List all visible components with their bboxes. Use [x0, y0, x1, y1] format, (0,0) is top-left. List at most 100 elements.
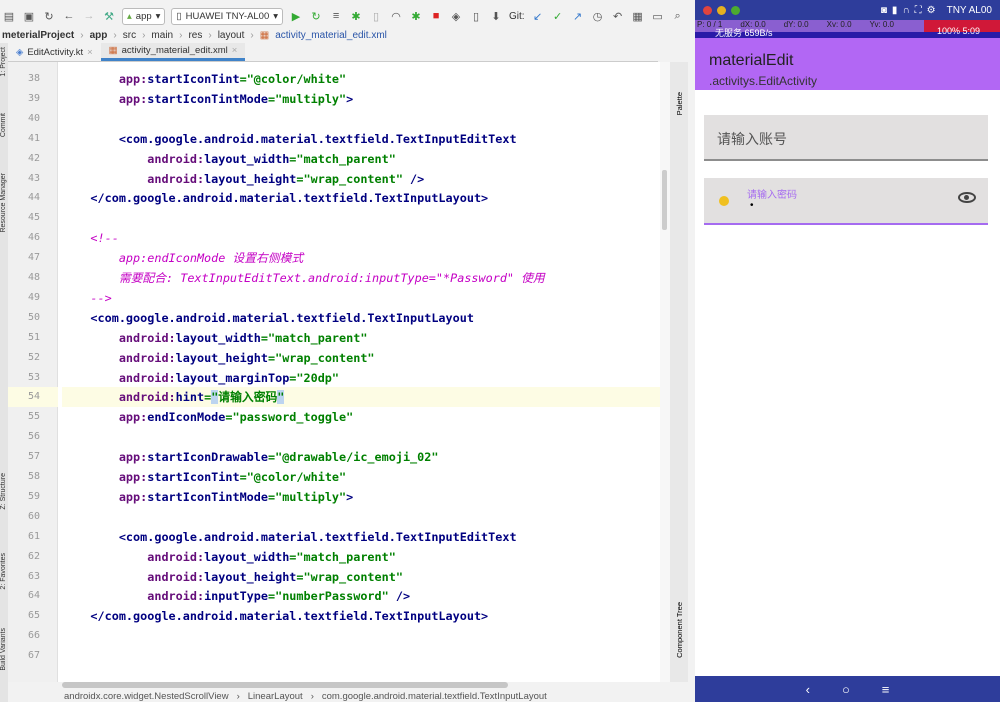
line-number: 43: [16, 173, 40, 184]
editor-vscrollbar[interactable]: [662, 170, 667, 230]
stop-icon[interactable]: ■: [429, 9, 443, 23]
account-input[interactable]: 请输入账号: [704, 115, 988, 161]
line-number: 53: [16, 372, 40, 383]
code-token: app:: [119, 490, 147, 504]
crumb-layout[interactable]: layout: [218, 30, 245, 41]
code-line: app:endIconMode 设置右侧模式: [62, 248, 660, 268]
crumb-app[interactable]: app: [90, 30, 108, 41]
gear-icon[interactable]: ⚙: [927, 5, 936, 16]
android-studio: ▤ ▣ ↻ ← → ⚒ ▴app▾ ▯HUAWEI TNY-AL00▾ ▶ ↻ …: [0, 0, 695, 702]
crumb-res[interactable]: res: [188, 30, 202, 41]
git-push-icon[interactable]: ↗: [571, 9, 585, 23]
line-number: 38: [16, 73, 40, 84]
headphone-icon[interactable]: ∩: [902, 5, 909, 16]
tool-component-tree[interactable]: Component Tree: [675, 602, 683, 658]
code-token: [62, 291, 90, 305]
sdk-manager-icon[interactable]: ⬇: [489, 9, 503, 23]
close-icon[interactable]: ×: [87, 47, 93, 58]
profile-icon[interactable]: ◠: [389, 9, 403, 23]
path-item[interactable]: com.google.android.material.textfield.Te…: [322, 691, 547, 702]
run-icon[interactable]: ▶: [289, 9, 303, 23]
android-nav-bar: ‹ ○ ≡: [695, 676, 1000, 702]
fullscreen-icon[interactable]: ⛶: [915, 5, 922, 16]
tool-favorites[interactable]: 2: Favorites: [0, 553, 8, 590]
close-button[interactable]: [703, 6, 712, 15]
line-number: 55: [16, 411, 40, 422]
tool-project[interactable]: 1: Project: [0, 47, 8, 77]
project-structure-icon[interactable]: ▦: [631, 9, 645, 23]
code-token: [62, 132, 119, 146]
close-icon[interactable]: ×: [232, 45, 238, 56]
code-token: 需要配合: TextInputEditText.android:inputTyp…: [119, 271, 545, 285]
code-token: [62, 589, 147, 603]
avd-manager-icon[interactable]: ▯: [469, 9, 483, 23]
eye-icon[interactable]: [958, 192, 976, 203]
line-number: 47: [16, 252, 40, 263]
back-icon[interactable]: ←: [62, 9, 76, 23]
debug-icon[interactable]: ✱: [349, 9, 363, 23]
code-token: startIconTint: [147, 470, 239, 484]
code-line: <com.google.android.material.textfield.T…: [62, 527, 660, 547]
code-token: [62, 371, 119, 385]
device-select[interactable]: ▯HUAWEI TNY-AL00▾: [171, 8, 283, 25]
save-icon[interactable]: ▣: [22, 9, 36, 23]
apply-code-icon[interactable]: ≡: [329, 9, 343, 23]
path-item[interactable]: androidx.core.widget.NestedScrollView: [64, 691, 229, 702]
tool-structure[interactable]: Z: Structure: [0, 473, 8, 510]
code-line: android:layout_width="match_parent": [62, 149, 660, 169]
code-editor[interactable]: app:startIconTint="@color/white" app:sta…: [58, 62, 660, 682]
search-icon[interactable]: ⌕: [671, 9, 685, 23]
code-line: 需要配合: TextInputEditText.android:inputTyp…: [62, 268, 660, 288]
line-number: 65: [16, 610, 40, 621]
back-icon[interactable]: ‹: [806, 682, 810, 697]
path-item[interactable]: LinearLayout: [248, 691, 303, 702]
password-input[interactable]: 请输入密码 •: [704, 178, 988, 225]
terminal-icon[interactable]: ▭: [651, 9, 665, 23]
code-token: endIconMode: [147, 410, 225, 424]
tool-resource-manager[interactable]: Resource Manager: [0, 173, 8, 233]
apply-changes-icon[interactable]: ↻: [309, 9, 323, 23]
tool-palette[interactable]: Palette: [675, 92, 683, 115]
line-number: 45: [16, 212, 40, 223]
home-icon[interactable]: ○: [842, 682, 850, 697]
gradle-sync-icon[interactable]: ◈: [449, 9, 463, 23]
zoom-button[interactable]: [731, 6, 740, 15]
minimize-button[interactable]: [717, 6, 726, 15]
tool-build-variants[interactable]: Build Variants: [0, 628, 8, 671]
crumb-project[interactable]: meterialProject: [2, 30, 74, 41]
camera-icon[interactable]: ◙: [881, 5, 887, 16]
emoji-start-icon: [719, 196, 729, 206]
rollback-icon[interactable]: ↶: [611, 9, 625, 23]
debugger-icon[interactable]: ✱: [409, 9, 423, 23]
menu-icon[interactable]: ≡: [882, 682, 890, 697]
sync-icon[interactable]: ↻: [42, 9, 56, 23]
git-update-icon[interactable]: ↙: [531, 9, 545, 23]
record-icon[interactable]: ▮: [892, 5, 898, 16]
attach-icon[interactable]: ▯: [369, 9, 383, 23]
git-commit-icon[interactable]: ✓: [551, 9, 565, 23]
code-line: <com.google.android.material.textfield.T…: [62, 308, 660, 328]
open-icon[interactable]: ▤: [2, 9, 16, 23]
crumb-src[interactable]: src: [123, 30, 136, 41]
run-config-select[interactable]: ▴app▾: [122, 8, 165, 25]
code-token: </com.google.android.material.textfield.…: [90, 609, 488, 623]
code-token: layout_width: [204, 152, 289, 166]
tool-commit[interactable]: Commit: [0, 113, 8, 137]
editor-hscrollbar[interactable]: [62, 682, 508, 688]
history-icon[interactable]: ◷: [591, 9, 605, 23]
code-token: app:: [119, 410, 147, 424]
crumb-main[interactable]: main: [151, 30, 173, 41]
code-token: hint: [176, 390, 204, 404]
forward-icon[interactable]: →: [82, 9, 96, 23]
build-hammer-icon[interactable]: ⚒: [102, 9, 116, 23]
kotlin-file-icon: ◈: [16, 47, 23, 58]
crumb-file[interactable]: activity_material_edit.xml: [275, 30, 387, 41]
tab-activity-material-edit[interactable]: ▦activity_material_edit.xml×: [101, 43, 246, 61]
code-token: ="@color/white": [240, 72, 347, 86]
code-line: [62, 109, 660, 129]
line-number: 51: [16, 332, 40, 343]
status-right: 100% 5:09: [937, 26, 980, 38]
line-number: 63: [16, 571, 40, 582]
run-config-label: app: [136, 11, 152, 22]
tab-edit-activity[interactable]: ◈EditActivity.kt×: [8, 43, 101, 61]
